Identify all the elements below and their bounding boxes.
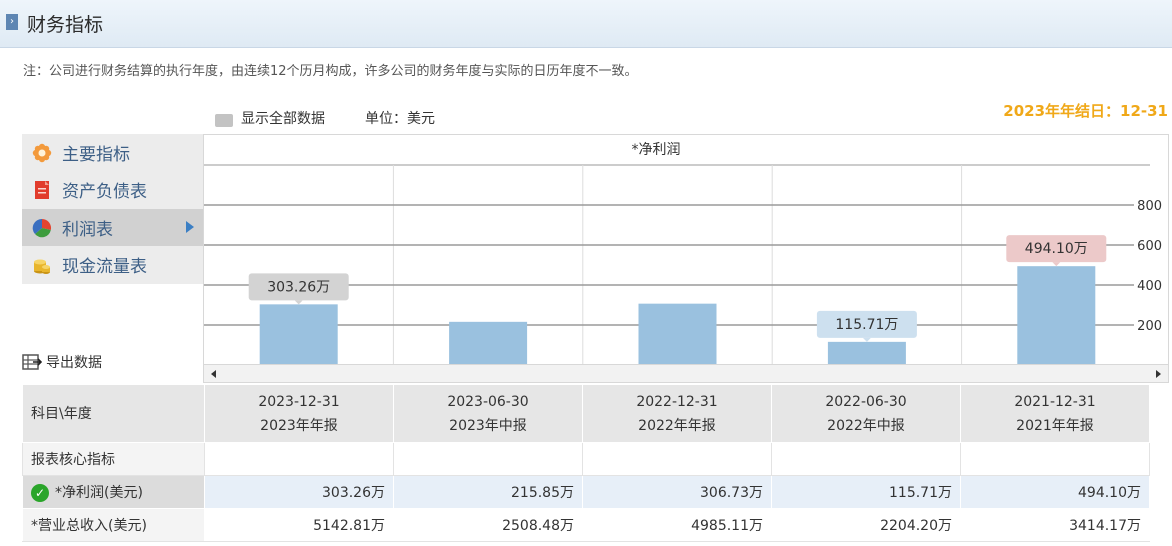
table-cell: 494.10万 [960, 475, 1150, 509]
table-cell: 215.85万 [393, 475, 583, 509]
sidebar-item-label: 资产负债表 [62, 182, 147, 202]
chart-canvas: *净利润 200 400 600 800 303.26万 115.71万 494.10万 [204, 142, 1162, 365]
data-label: 494.10万 [1025, 241, 1088, 257]
period-date: 2022-12-31 [636, 393, 718, 410]
page-title: 财务指标 [27, 14, 104, 36]
table-cell: 3414.17万 [960, 508, 1150, 542]
data-label-pointer [294, 300, 303, 305]
table-section-row: 报表核心指标 [22, 442, 1150, 476]
table-cell [582, 442, 772, 476]
table-cell: 5142.81万 [204, 508, 394, 542]
row-label[interactable]: ✓ *净利润(美元) [22, 475, 205, 509]
show-all-data-toggle[interactable]: 显示全部数据 [215, 108, 325, 128]
sidebar: 主要指标 资产负债表 利润表 现金流量表 [22, 134, 204, 284]
table-cell: 4985.11万 [582, 508, 772, 542]
sidebar-item-income-statement[interactable]: 利润表 [22, 209, 204, 246]
period-date: 2022-06-30 [825, 393, 907, 410]
table-cell: 2204.20万 [771, 508, 961, 542]
period-type: 2021年年报 [1016, 417, 1094, 434]
table-cell [204, 442, 394, 476]
table-corner-header: 科目\年度 [22, 384, 205, 443]
year-end-label: 2023年年结日：12-31 [1003, 102, 1168, 120]
gear-flower-icon [32, 143, 52, 162]
y-tick-label: 200 [1137, 319, 1162, 334]
export-data-button[interactable]: 导出数据 [22, 352, 102, 372]
coins-icon [34, 259, 50, 274]
document-icon [35, 180, 49, 199]
pie-chart-icon [32, 218, 52, 237]
scroll-right-icon[interactable] [1156, 370, 1161, 378]
y-tick-label: 800 [1137, 199, 1162, 214]
sidebar-item-main-indicators[interactable]: 主要指标 [22, 134, 204, 171]
chart-bar [827, 341, 906, 365]
table-cell: 2508.48万 [393, 508, 583, 542]
chart-bar [1017, 266, 1096, 365]
row-label[interactable]: *营业总收入(美元) [22, 508, 205, 542]
y-tick-label: 400 [1137, 279, 1162, 294]
data-label-pointer [862, 337, 871, 342]
data-label: 115.71万 [835, 317, 898, 333]
financial-table: 科目\年度 2023-12-31 2023年年报 2023-06-30 2023年中… [22, 384, 1150, 542]
chart-bar [638, 303, 717, 365]
chart-scrollbar[interactable] [203, 364, 1169, 383]
net-profit-chart: *净利润 200 400 600 800 303.26万 115.71万 494.10万 [203, 134, 1169, 382]
speech-bubble-icon [215, 113, 233, 127]
sidebar-item-label: 现金流量表 [62, 257, 147, 277]
sidebar-item-label: 主要指标 [62, 145, 130, 165]
chart-bar [259, 304, 338, 365]
period-header[interactable]: 2022-06-30 2022年中报 [771, 384, 961, 443]
period-header[interactable]: 2023-12-31 2023年年报 [204, 384, 394, 443]
chart-bar [449, 321, 528, 365]
data-label: 303.26万 [267, 279, 330, 295]
triangle-right-icon [186, 221, 194, 233]
table-cell: 306.73万 [582, 475, 772, 509]
table-row-revenue[interactable]: *营业总收入(美元) 5142.81万 2508.48万 4985.11万 22… [22, 508, 1150, 542]
period-date: 2023-06-30 [447, 393, 529, 410]
period-type: 2023年年报 [260, 417, 338, 434]
sidebar-item-cash-flow[interactable]: 现金流量表 [22, 246, 204, 283]
sidebar-item-balance-sheet[interactable]: 资产负债表 [22, 171, 204, 208]
table-row-net-profit[interactable]: ✓ *净利润(美元) 303.26万 215.85万 306.73万 115.71… [22, 475, 1150, 509]
period-header[interactable]: 2022-12-31 2022年年报 [582, 384, 772, 443]
period-type: 2023年中报 [449, 417, 527, 434]
scroll-left-icon[interactable] [211, 370, 216, 378]
export-table-icon [22, 354, 42, 370]
period-date: 2021-12-31 [1014, 393, 1096, 410]
sidebar-item-label: 利润表 [62, 220, 113, 240]
y-tick-label: 600 [1137, 239, 1162, 254]
table-header-row: 科目\年度 2023-12-31 2023年年报 2023-06-30 2023年中… [22, 384, 1150, 443]
data-label-pointer [1052, 262, 1061, 267]
period-date: 2023-12-31 [258, 393, 340, 410]
check-circle-icon: ✓ [31, 484, 49, 502]
chart-title: *净利润 [632, 142, 681, 158]
period-header[interactable]: 2023-06-30 2023年中报 [393, 384, 583, 443]
fiscal-year-note: 注：公司进行财务结算的执行年度，由连续12个历月构成，许多公司的财务年度与实际的… [23, 64, 638, 79]
table-cell: 303.26万 [204, 475, 394, 509]
chevron-right-icon: › [6, 14, 18, 30]
table-cell [393, 442, 583, 476]
page-header: › 财务指标 [0, 0, 1172, 48]
period-type: 2022年中报 [827, 417, 905, 434]
unit-label: 单位：美元 [365, 111, 435, 127]
section-label: 报表核心指标 [22, 442, 205, 476]
show-all-label: 显示全部数据 [241, 111, 325, 127]
period-header[interactable]: 2021-12-31 2021年年报 [960, 384, 1150, 443]
table-cell [960, 442, 1150, 476]
export-label: 导出数据 [46, 355, 102, 371]
row-label-text: *净利润(美元) [55, 485, 143, 501]
period-type: 2022年年报 [638, 417, 716, 434]
table-cell [771, 442, 961, 476]
table-cell: 115.71万 [771, 475, 961, 509]
